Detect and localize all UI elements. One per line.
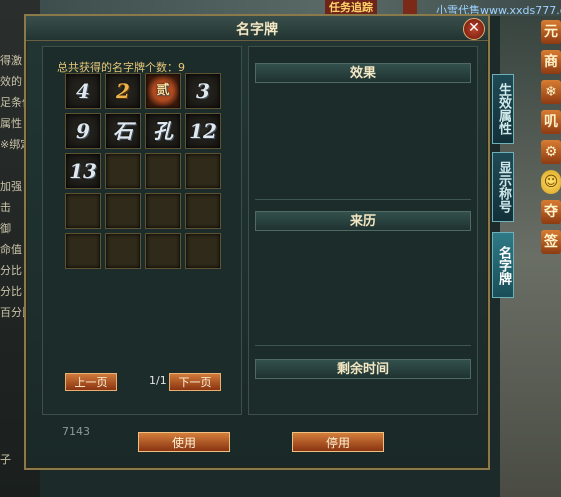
side-menu-icon[interactable]: 夺 [541, 200, 561, 224]
name-plate-glyph: 2 [116, 79, 130, 103]
empty-card-slot[interactable] [145, 193, 181, 229]
name-plate-glyph: 贰 [156, 83, 170, 98]
name-plate-glyph: 孔 [153, 119, 173, 143]
name-plate-card[interactable]: 12 [185, 113, 221, 149]
empty-card-slot[interactable] [185, 233, 221, 269]
name-plate-card[interactable]: 9 [65, 113, 101, 149]
name-plate-glyph: 13 [69, 159, 97, 183]
side-menu-icon[interactable]: ❄ [541, 80, 561, 104]
name-plate-glyph: 9 [76, 119, 90, 143]
side-menu-icon[interactable]: 签 [541, 230, 561, 254]
side-menu-icon[interactable]: 商 [541, 50, 561, 74]
name-plate-card[interactable]: 3 [185, 73, 221, 109]
effect-section-title: 效果 [255, 63, 471, 83]
tab-active-attributes[interactable]: 生效属性 [492, 74, 514, 144]
empty-card-slot[interactable] [65, 233, 101, 269]
name-plate-glyph: 3 [196, 79, 210, 103]
name-plate-card[interactable]: 孔 [145, 113, 181, 149]
source-section-title: 来历 [255, 211, 471, 231]
name-plate-card[interactable]: 2 [105, 73, 141, 109]
empty-card-slot[interactable] [185, 193, 221, 229]
stop-button[interactable]: 停用 [292, 432, 384, 452]
name-plate-glyph: 4 [76, 79, 90, 103]
tab-name-plate[interactable]: 名字牌 [492, 232, 514, 298]
card-collection-pane: 总共获得的名字牌个数：9 4 2 贰 3 9 石孔 12 13 上一页 1/1 下一页 [42, 46, 242, 415]
empty-card-slot[interactable] [65, 193, 101, 229]
divider [255, 199, 471, 200]
window-title-bar[interactable]: 名字牌 ✕ [26, 16, 488, 41]
empty-card-slot[interactable] [105, 193, 141, 229]
name-plate-card[interactable]: 13 [65, 153, 101, 189]
name-plate-card[interactable]: 石 [105, 113, 141, 149]
empty-card-slot[interactable] [145, 153, 181, 189]
divider [255, 345, 471, 346]
page-indicator: 1/1 [149, 374, 167, 387]
remaining-time-section-title: 剩余时间 [255, 359, 471, 379]
name-plate-glyph: 12 [189, 119, 217, 143]
empty-card-slot[interactable] [185, 153, 221, 189]
side-menu-icon[interactable]: 叽 [541, 110, 561, 134]
background-number: 7143 [62, 425, 90, 438]
card-detail-pane: 效果 来历 剩余时间 [248, 46, 478, 415]
side-menu-icon[interactable]: ☺ [541, 170, 561, 194]
name-plate-window: 名字牌 ✕ 总共获得的名字牌个数：9 4 2 贰 3 9 石孔 12 13 上一页 1/1 下… [24, 14, 514, 470]
prev-page-button[interactable]: 上一页 [65, 373, 117, 391]
name-plate-card[interactable]: 4 [65, 73, 101, 109]
close-button[interactable]: ✕ [463, 18, 485, 40]
empty-card-slot[interactable] [145, 233, 181, 269]
window-title: 名字牌 [236, 22, 278, 38]
empty-card-slot[interactable] [105, 233, 141, 269]
side-menu-icon[interactable]: 元 [541, 20, 561, 44]
next-page-button[interactable]: 下一页 [169, 373, 221, 391]
empty-card-slot[interactable] [105, 153, 141, 189]
side-menu-icon[interactable]: ⚙ [541, 140, 561, 164]
tab-display-title[interactable]: 显示称号 [492, 152, 514, 222]
name-plate-glyph: 石 [113, 119, 133, 143]
name-plate-card[interactable]: 贰 [145, 73, 181, 109]
use-button[interactable]: 使用 [138, 432, 230, 452]
